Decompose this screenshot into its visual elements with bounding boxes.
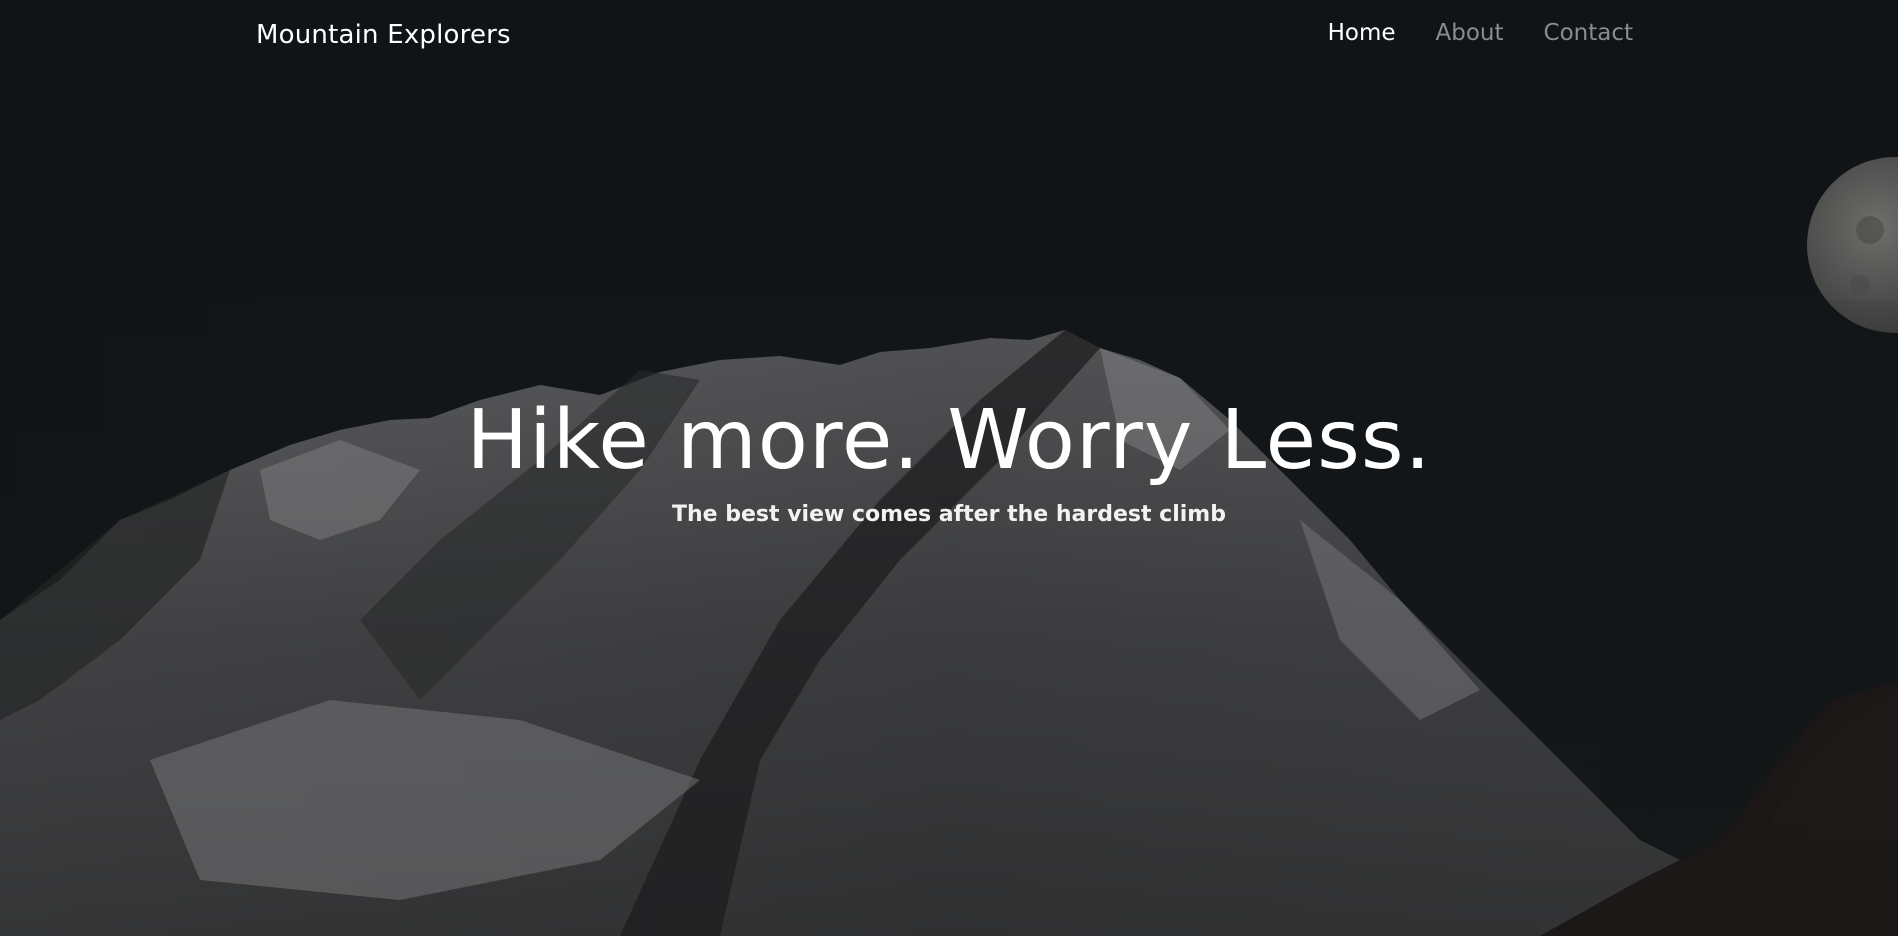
nav-links: Home About Contact — [1328, 20, 1633, 46]
hero-headline: Hike more. Worry Less. — [466, 393, 1432, 488]
nav-link-contact[interactable]: Contact — [1544, 20, 1633, 46]
nav-link-home[interactable]: Home — [1328, 20, 1396, 46]
hero-subheadline: The best view comes after the hardest cl… — [672, 502, 1226, 527]
hero-section: Mountain Explorers Home About Contact Hi… — [0, 0, 1898, 936]
top-navbar: Mountain Explorers Home About Contact — [0, 0, 1898, 74]
nav-link-about[interactable]: About — [1436, 20, 1504, 46]
brand-logo-link[interactable]: Mountain Explorers — [256, 20, 511, 50]
hero-text-block: Hike more. Worry Less. The best view com… — [0, 392, 1898, 527]
